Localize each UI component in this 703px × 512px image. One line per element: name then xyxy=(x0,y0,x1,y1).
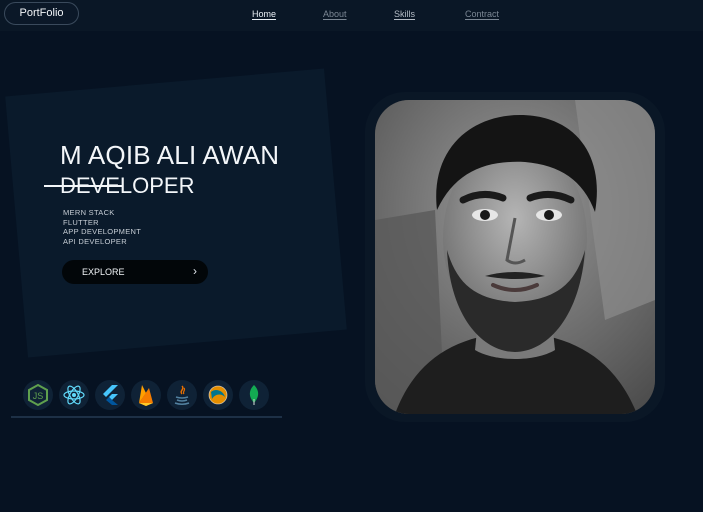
role-strike-decoration xyxy=(44,185,122,187)
skill-item: MERN STACK xyxy=(63,208,115,217)
react-icon xyxy=(59,380,89,410)
skill-item: FLUTTER xyxy=(63,217,99,227)
portfolio-page: PortFolio Home About Skills Contract M A… xyxy=(0,0,703,512)
skill-item: API DEVELOPER xyxy=(63,236,127,246)
profile-photo xyxy=(375,100,655,414)
explore-button[interactable]: EXPLORE › xyxy=(62,260,208,284)
nav-home-link[interactable]: Home xyxy=(252,9,276,19)
skill-item: APP DEVELOPMENT xyxy=(63,227,142,237)
top-navigation: PortFolio Home About Skills Contract xyxy=(0,0,703,31)
flutter-icon xyxy=(95,380,125,410)
explore-button-label: EXPLORE xyxy=(82,267,125,277)
tech-row-divider xyxy=(11,416,282,418)
java-icon xyxy=(167,380,197,410)
firebase-icon xyxy=(131,380,161,410)
mongodb-icon xyxy=(239,380,269,410)
nav-about-link[interactable]: About xyxy=(323,9,347,19)
nodejs-icon: JS xyxy=(23,380,53,410)
mysql-icon xyxy=(203,380,233,410)
nav-contract-link[interactable]: Contract xyxy=(465,9,499,19)
skill-list: MERN STACK FLUTTER APP DEVELOPMENT API D… xyxy=(63,208,141,246)
logo-button[interactable]: PortFolio xyxy=(4,2,79,25)
nav-skills-link[interactable]: Skills xyxy=(394,9,415,19)
svg-text:JS: JS xyxy=(33,391,44,401)
hero-background-card xyxy=(5,68,347,358)
chevron-right-icon: › xyxy=(193,264,197,278)
hero-name: M AQIB ALI AWAN xyxy=(60,140,280,170)
